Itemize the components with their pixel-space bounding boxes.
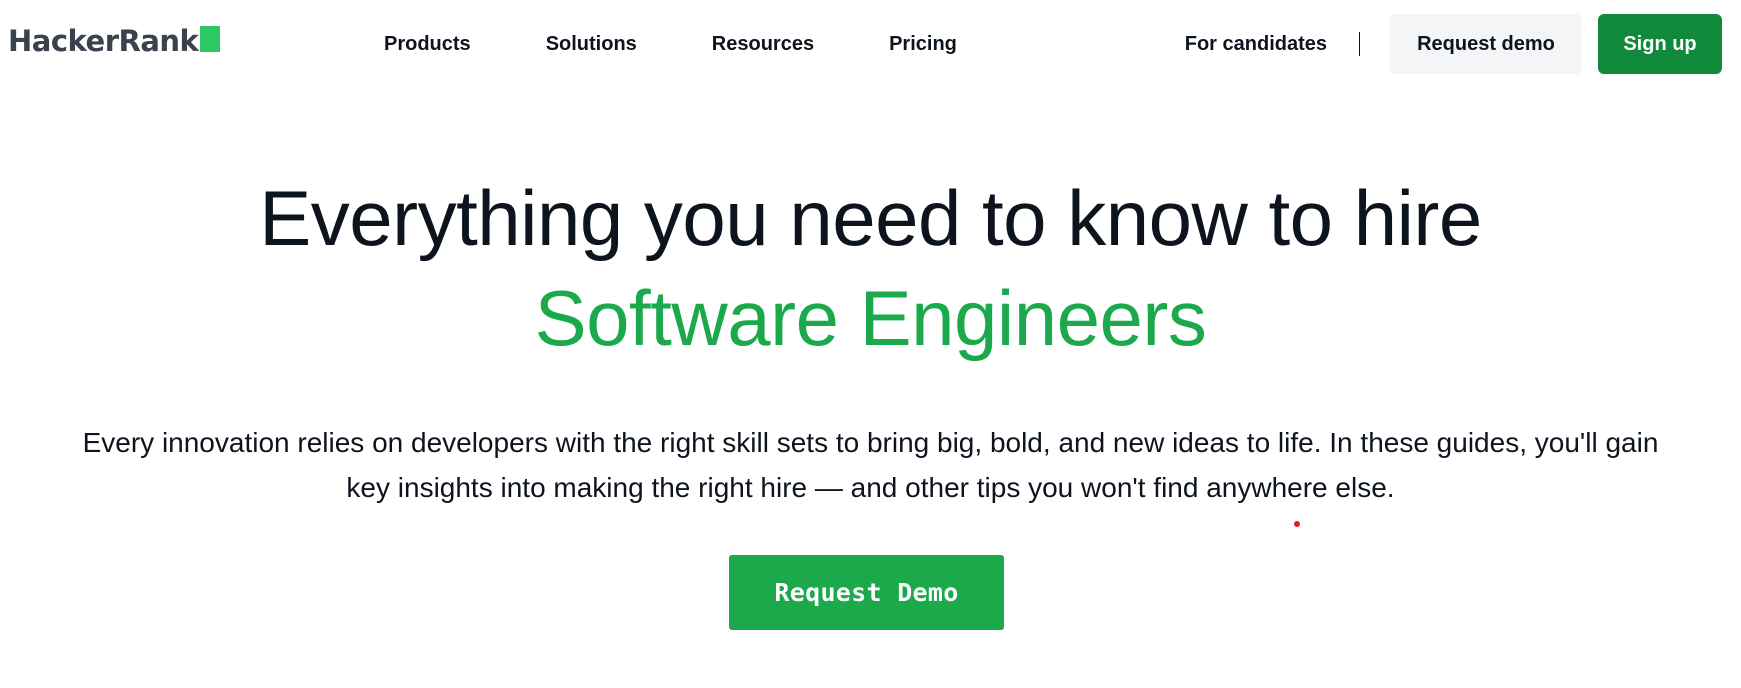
sign-up-button[interactable]: Sign up [1598,14,1722,74]
hackerrank-logo[interactable]: HackerRank [8,24,221,58]
site-header: HackerRank Products Solutions Resources … [0,0,1741,88]
hero-title-highlight: Software Engineers [534,274,1207,362]
logo-mark-icon [200,26,221,52]
hero-title: Everything you need to know to hire Soft… [0,168,1741,368]
nav-item-resources[interactable]: Resources [712,33,814,56]
hero-title-line-1: Everything you need to know to hire [259,174,1482,262]
header-divider [1359,32,1360,56]
hero-description-line-1: Every innovation relies on developers wi… [82,427,1659,458]
for-candidates-link[interactable]: For candidates [1185,33,1327,56]
request-demo-button[interactable]: Request demo [1390,14,1582,74]
hero-request-demo-button[interactable]: Request Demo [729,555,1004,630]
cursor-dot-icon [1294,521,1300,527]
header-actions: For candidates Request demo Sign up [1185,14,1722,74]
hero-description: Every innovation relies on developers wi… [0,420,1741,510]
logo-text: HackerRank [8,24,199,58]
page: HackerRank Products Solutions Resources … [0,0,1741,688]
hero-description-line-2: key insights into making the right hire … [346,472,1395,503]
nav-item-pricing[interactable]: Pricing [889,33,957,56]
main-nav: Products Solutions Resources Pricing [384,0,957,88]
nav-item-solutions[interactable]: Solutions [546,33,637,56]
nav-item-products[interactable]: Products [384,33,471,56]
